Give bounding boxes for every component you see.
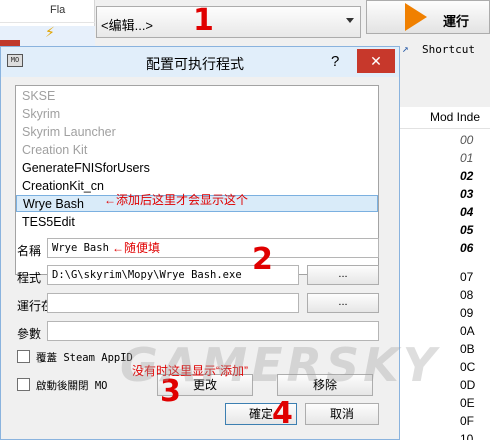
mod-index-cell: 10 — [460, 432, 474, 440]
shortcut-button-label: Shortcut — [422, 43, 475, 56]
binary-label: 程式 — [17, 271, 42, 285]
mod-index-list: 00 01 02 03 04 05 06 07 08 09 0A 0B 0C 0… — [400, 129, 490, 440]
plugin-flags-column-header[interactable]: Fla — [50, 4, 65, 16]
executable-select[interactable]: <编辑...> — [96, 6, 361, 38]
help-button[interactable]: ? — [331, 53, 339, 70]
mod-index-cell: 0E — [460, 396, 475, 410]
arguments-label: 參數 — [17, 327, 42, 341]
lightning-icon: ⚡ — [45, 24, 55, 40]
mod-index-cell: 0F — [460, 414, 475, 428]
executable-select-value: <编辑...> — [101, 18, 154, 33]
start-in-field[interactable] — [47, 293, 299, 313]
run-button-label: 運行 — [443, 14, 470, 29]
mod-index-cell: 0B — [460, 342, 475, 356]
chevron-down-icon — [346, 18, 354, 23]
annotation-number-4: 4 — [272, 396, 293, 431]
mod-index-cell: 0A — [460, 324, 475, 338]
name-label: 名稱 — [17, 244, 42, 258]
annotation-number-1: 1 — [193, 3, 214, 38]
annotation-name-note: ←随便填 — [112, 241, 161, 255]
name-field[interactable]: Wrye Bash — [47, 238, 379, 258]
mod-index-cell: 09 — [460, 306, 474, 320]
mod-index-cell: 06 — [460, 241, 474, 255]
close-button[interactable]: ✕ — [357, 49, 395, 73]
cancel-button[interactable]: 取消 — [305, 403, 379, 425]
list-item[interactable]: Skyrim — [16, 106, 378, 123]
dialog-title: 配置可执行程式 — [146, 56, 244, 72]
mo-app-icon: MO — [7, 54, 23, 67]
mod-index-cell: 01 — [460, 151, 474, 165]
binary-browse-button[interactable]: ... — [307, 265, 379, 285]
run-button[interactable]: 運行 — [366, 0, 490, 34]
shortcut-arrow-icon: ↗ — [402, 42, 409, 55]
header-divider — [0, 22, 95, 23]
annotation-list-note: ←添加后这里才会显示这个 — [104, 193, 249, 207]
list-item[interactable]: Skyrim Launcher — [16, 124, 378, 141]
mod-index-cell: 0C — [460, 360, 476, 374]
mod-index-cell: 04 — [460, 205, 474, 219]
close-mo-label: 啟動後關閉 MO — [36, 380, 108, 392]
annotation-number-2: 2 — [252, 242, 273, 277]
mod-index-cell: 08 — [460, 288, 474, 302]
mod-index-column-header[interactable]: Mod Inde — [400, 107, 490, 129]
start-in-browse-button[interactable]: ... — [307, 293, 379, 313]
gamersky-watermark: GAMERSKY — [120, 338, 441, 392]
list-item[interactable]: TES5Edit — [16, 214, 378, 231]
shortcut-button[interactable]: ↗ Shortcut — [400, 40, 490, 60]
override-steam-appid-label: 覆蓋 Steam AppID — [36, 352, 133, 364]
dialog-titlebar[interactable]: MO 配置可执行程式 ? ✕ — [1, 47, 399, 77]
mod-index-cell: 05 — [460, 223, 474, 237]
mod-index-cell: 07 — [460, 270, 474, 284]
mod-index-header-label: Mod Inde — [430, 110, 481, 124]
play-icon — [405, 3, 427, 31]
mod-index-cell: 03 — [460, 187, 474, 201]
checkbox-box[interactable] — [17, 350, 30, 363]
checkbox-box[interactable] — [17, 378, 30, 391]
mod-index-cell: 02 — [460, 169, 474, 183]
mod-index-cell: 0D — [460, 378, 476, 392]
list-item[interactable]: GenerateFNISforUsers — [16, 160, 378, 177]
list-item[interactable]: Creation Kit — [16, 142, 378, 159]
mod-index-cell: 00 — [460, 133, 474, 147]
list-item[interactable]: SKSE — [16, 88, 378, 105]
